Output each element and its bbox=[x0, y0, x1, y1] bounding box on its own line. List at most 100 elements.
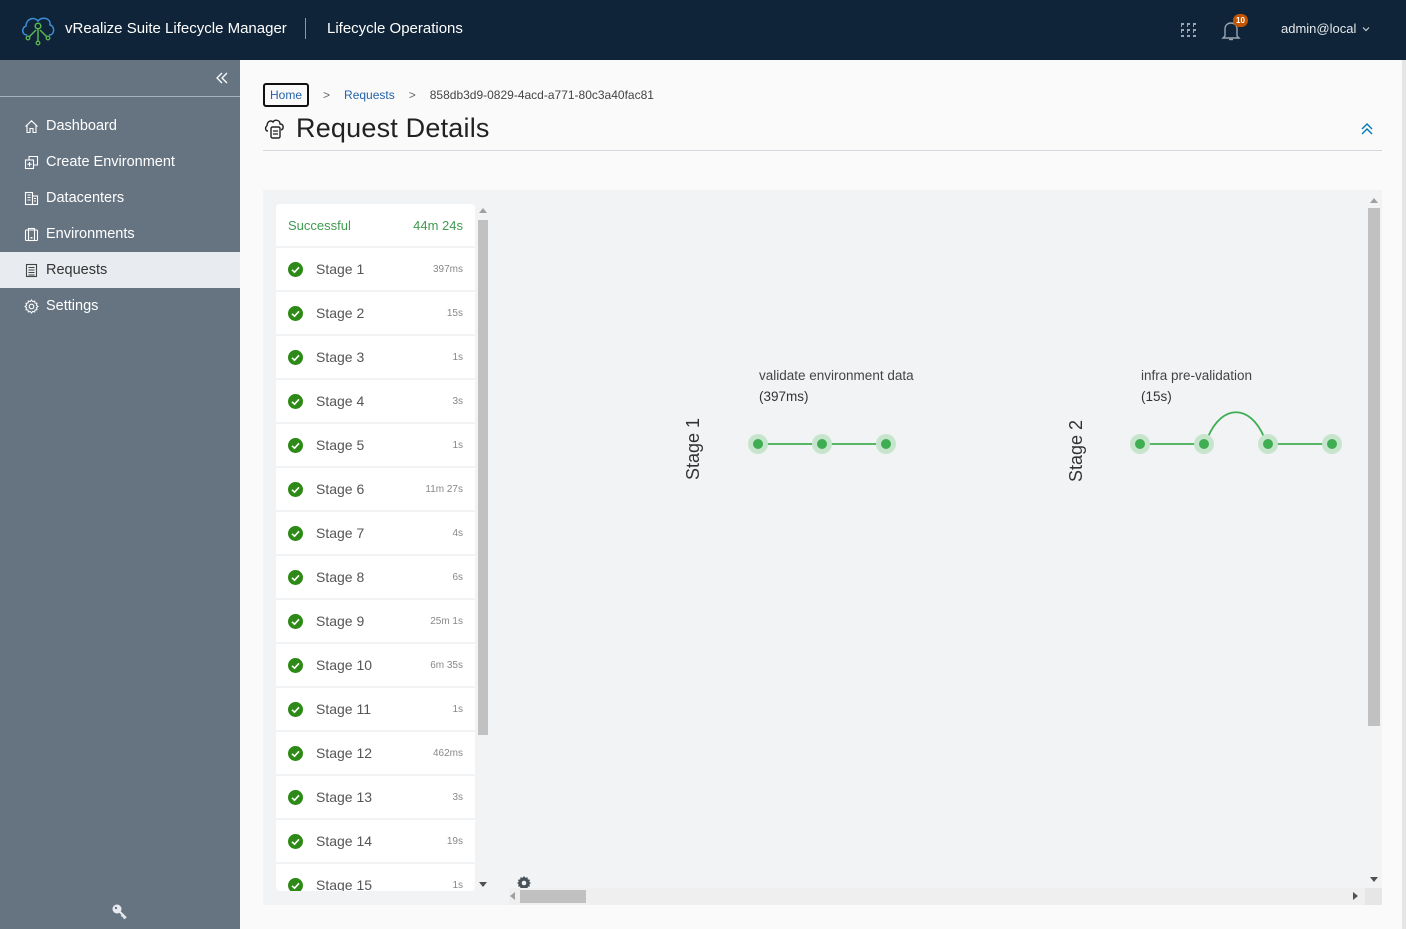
request-details-icon bbox=[264, 119, 284, 139]
stage-list-item[interactable]: Stage 9 25m 1s bbox=[276, 600, 475, 642]
stage-duration: 19s bbox=[446, 835, 463, 847]
stage-duration: 1s bbox=[452, 879, 463, 891]
stage-list-item[interactable]: Stage 11 1s bbox=[276, 688, 475, 730]
key-icon[interactable] bbox=[110, 902, 130, 922]
stage-list-item[interactable]: Stage 13 3s bbox=[276, 776, 475, 818]
sidebar-nav: Dashboard Create Environment Datacenters… bbox=[0, 108, 240, 324]
breadcrumb-home-link[interactable]: Home bbox=[263, 83, 310, 107]
scrollbar-thumb[interactable] bbox=[520, 890, 586, 903]
stage-duration: 6m 35s bbox=[430, 659, 463, 671]
sidebar-item-label: Create Environment bbox=[46, 154, 175, 170]
flow-branch-connector bbox=[1207, 411, 1265, 438]
scroll-up-arrow[interactable] bbox=[479, 208, 487, 213]
success-check-icon bbox=[288, 349, 303, 365]
header-divider bbox=[305, 18, 306, 39]
stage-list-scrollbar[interactable] bbox=[476, 204, 490, 891]
stage-list-item[interactable]: Stage 12 462ms bbox=[276, 732, 475, 774]
flow-task-node[interactable] bbox=[748, 434, 768, 454]
sidebar-item-create-environment[interactable]: Create Environment bbox=[0, 144, 240, 180]
flow-task-duration: (15s) bbox=[1141, 389, 1172, 404]
stage-list-item[interactable]: Stage 4 3s bbox=[276, 380, 475, 422]
scrollbar-thumb[interactable] bbox=[478, 220, 488, 735]
page-title: Request Details bbox=[296, 113, 490, 143]
scroll-right-arrow[interactable] bbox=[1353, 892, 1358, 900]
stage-name: Stage 15 bbox=[316, 877, 373, 891]
stage-duration: 3s bbox=[452, 395, 463, 407]
stage-list: Successful 44m 24s Stage 1 397ms Stage 2 15… bbox=[276, 204, 475, 891]
stage-list-item[interactable]: Stage 6 11m 27s bbox=[276, 468, 475, 510]
sidebar-item-environments[interactable]: Environments bbox=[0, 216, 240, 252]
cloud-network-logo bbox=[22, 17, 55, 46]
flow-task-node[interactable] bbox=[1194, 434, 1214, 454]
success-check-icon bbox=[288, 789, 303, 805]
pipeline-flow-graph bbox=[748, 411, 1342, 454]
stage-duration: 25m 1s bbox=[430, 615, 463, 627]
stage-duration: 15s bbox=[446, 307, 463, 319]
scroll-down-arrow[interactable] bbox=[1370, 877, 1378, 882]
sidebar-item-label: Environments bbox=[46, 226, 135, 242]
breadcrumb-separator: > bbox=[323, 88, 331, 102]
notification-badge: 10 bbox=[1233, 14, 1248, 27]
stage-name: Stage 6 bbox=[316, 481, 365, 497]
user-menu[interactable]: admin@local bbox=[1281, 21, 1370, 36]
scrollbar-corner bbox=[1365, 888, 1382, 905]
success-check-icon bbox=[288, 481, 303, 497]
stage-list-item[interactable]: Stage 10 6m 35s bbox=[276, 644, 475, 686]
create-environment-icon bbox=[24, 155, 39, 169]
app-grid-icon[interactable] bbox=[1180, 22, 1197, 39]
stage-duration: 3s bbox=[452, 791, 463, 803]
top-header: vRealize Suite Lifecycle Manager Lifecyc… bbox=[0, 0, 1406, 60]
success-check-icon bbox=[288, 613, 303, 629]
stage-name: Stage 4 bbox=[316, 393, 365, 409]
flow-task-node[interactable] bbox=[1130, 434, 1150, 454]
sidebar-item-dashboard[interactable]: Dashboard bbox=[0, 108, 240, 144]
sidebar-item-label: Datacenters bbox=[46, 190, 125, 206]
scroll-left-arrow[interactable] bbox=[510, 892, 515, 900]
stage-list-item[interactable]: Stage 3 1s bbox=[276, 336, 475, 378]
success-check-icon bbox=[288, 701, 303, 717]
stage-duration: 462ms bbox=[432, 747, 463, 759]
flow-task-node[interactable] bbox=[812, 434, 832, 454]
building-icon bbox=[24, 191, 39, 205]
scroll-up-arrow[interactable] bbox=[1370, 198, 1378, 203]
sidebar-item-label: Settings bbox=[46, 298, 99, 314]
main-content: Home > Requests > 858db3d9-0829-4acd-a77… bbox=[240, 60, 1406, 929]
user-name: admin@local bbox=[1281, 21, 1357, 36]
success-check-icon bbox=[288, 833, 303, 849]
flow-task-node[interactable] bbox=[1322, 434, 1342, 454]
sidebar-item-datacenters[interactable]: Datacenters bbox=[0, 180, 240, 216]
scroll-down-arrow[interactable] bbox=[479, 882, 487, 887]
stage-name: Stage 2 bbox=[316, 305, 365, 321]
flow-task-node[interactable] bbox=[1258, 434, 1278, 454]
success-check-icon bbox=[288, 437, 303, 453]
success-check-icon bbox=[288, 261, 303, 277]
stage-list-item[interactable]: Stage 15 1s bbox=[276, 864, 475, 891]
canvas-horizontal-scrollbar[interactable] bbox=[509, 888, 1365, 905]
collapse-sidebar-icon[interactable] bbox=[213, 70, 231, 86]
stage-name: Stage 8 bbox=[316, 569, 365, 585]
success-check-icon bbox=[288, 745, 303, 761]
stage-duration: 4s bbox=[452, 527, 463, 539]
stage-duration: 1s bbox=[452, 351, 463, 363]
gear-icon bbox=[24, 298, 39, 314]
pipeline-flow-canvas[interactable]: Stage 1 validate environment data (397ms… bbox=[491, 190, 1365, 890]
flow-task-node[interactable] bbox=[876, 434, 896, 454]
sidebar-item-requests[interactable]: Requests bbox=[0, 252, 240, 288]
stage-list-item[interactable]: Stage 14 19s bbox=[276, 820, 475, 862]
chevron-double-up-icon[interactable] bbox=[1359, 121, 1375, 137]
sidebar-item-settings[interactable]: Settings bbox=[0, 288, 240, 324]
stage-list-item[interactable]: Stage 8 6s bbox=[276, 556, 475, 598]
request-total-duration: 44m 24s bbox=[413, 217, 463, 233]
stage-name: Stage 3 bbox=[316, 349, 365, 365]
breadcrumb-requests-link[interactable]: Requests bbox=[344, 88, 395, 102]
canvas-vertical-scrollbar[interactable] bbox=[1365, 194, 1382, 888]
stage-list-item[interactable]: Stage 5 1s bbox=[276, 424, 475, 466]
success-check-icon bbox=[288, 525, 303, 541]
scrollbar-thumb[interactable] bbox=[1368, 208, 1380, 726]
stage-list-item[interactable]: Stage 7 4s bbox=[276, 512, 475, 554]
section-title[interactable]: Lifecycle Operations bbox=[327, 20, 463, 37]
sidebar-item-label: Dashboard bbox=[46, 118, 117, 134]
stage-list-item[interactable]: Stage 2 15s bbox=[276, 292, 475, 334]
stage-list-item[interactable]: Stage 1 397ms bbox=[276, 248, 475, 290]
sidebar-item-label: Requests bbox=[46, 262, 108, 278]
